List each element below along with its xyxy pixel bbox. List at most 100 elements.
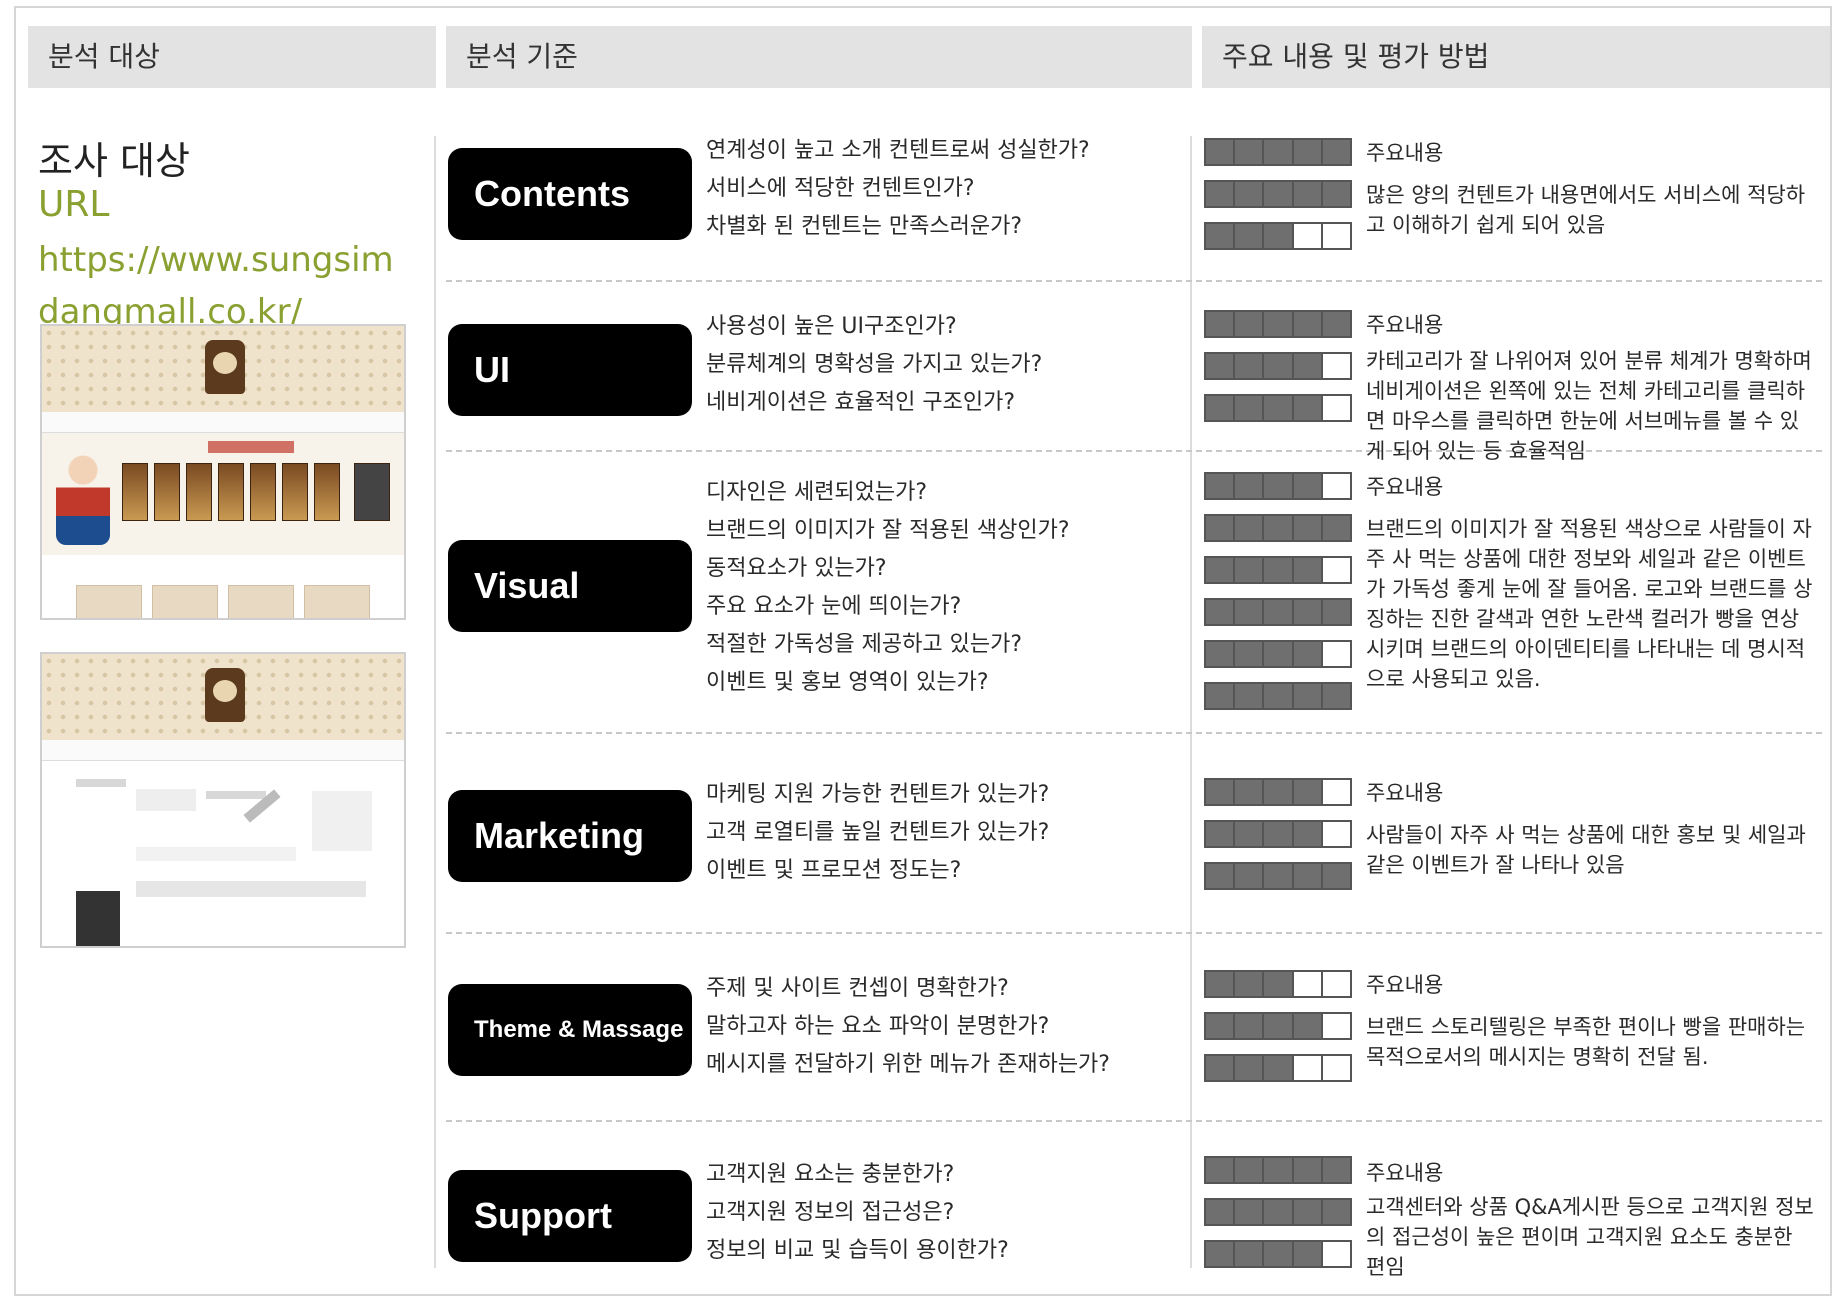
rating-cell [1235, 224, 1265, 248]
rating-cell [1264, 224, 1294, 248]
rating-cell [1323, 972, 1350, 996]
rating-cell [1235, 642, 1265, 666]
question: 디자인은 세련되었는가? [706, 480, 928, 505]
description-text: 브랜드의 이미지가 잘 적용된 색상으로 사람들이 자주 사 먹는 상품에 대한… [1366, 517, 1813, 691]
description-ui: 주요내용 카테고리가 잘 나위어져 있어 분류 체계가 명확하며 네비게이션은 … [1366, 308, 1816, 466]
rating-cell [1264, 182, 1294, 206]
questions-ui: 사용성이 높은 UI구조인가? 분류체계의 명확성을 가지고 있는가? 네비게이… [706, 308, 1042, 422]
rating-bar [1204, 138, 1352, 166]
question: 동적요소가 있는가? [706, 556, 887, 581]
category-marketing: Marketing [448, 790, 692, 882]
brand-logo-icon [205, 340, 245, 394]
product-box-image [154, 463, 180, 521]
rating-cell [1323, 396, 1350, 420]
rating-cell [1264, 516, 1294, 540]
rating-cell [1293, 1242, 1323, 1266]
product-box-image [314, 463, 340, 521]
rating-bar [1204, 394, 1352, 422]
question: 주요 요소가 눈에 띄이는가? [706, 594, 962, 619]
rating-cell [1264, 140, 1294, 164]
rating-cell [1322, 1200, 1351, 1224]
rating-cell [1206, 1158, 1236, 1182]
rating-cell [1323, 224, 1350, 248]
category-contents: Contents [448, 148, 692, 240]
description-text: 고객센터와 상품 Q&A게시판 등으로 고객지원 정보의 접근성이 높은 편이며… [1366, 1195, 1814, 1279]
rating-cell [1235, 474, 1265, 498]
description-heading: 주요내용 [1366, 781, 1444, 805]
rating-cell [1264, 864, 1294, 888]
rating-cell [1264, 1158, 1294, 1182]
subject-title: 조사 대상 [38, 139, 190, 183]
product-thumb [304, 585, 370, 618]
rating-cell [1322, 182, 1351, 206]
rating-cell [1264, 972, 1294, 996]
rating-cell [1293, 140, 1323, 164]
description-support: 주요내용 고객센터와 상품 Q&A게시판 등으로 고객지원 정보의 접근성이 높… [1366, 1156, 1816, 1282]
rating-cell [1264, 684, 1294, 708]
rating-cell [1235, 1242, 1265, 1266]
rating-cell [1206, 780, 1236, 804]
rating-cell [1293, 558, 1323, 582]
rating-cell [1235, 396, 1265, 420]
question: 연계성이 높고 소개 컨텐트로써 성실한가? [706, 138, 1090, 163]
rating-cell [1294, 1056, 1323, 1080]
question: 이벤트 및 홍보 영역이 있는가? [706, 670, 989, 695]
thumb-hero-headline [208, 441, 294, 453]
description-text: 브랜드 스토리텔링은 부족한 편이나 빵을 판매하는 목적으로서의 메시지는 명… [1366, 1015, 1806, 1069]
row-separator [446, 932, 1822, 934]
subject-url-label: URL [38, 184, 110, 225]
rating-cell [1264, 1014, 1294, 1038]
rating-cell [1322, 1158, 1351, 1182]
rating-cell [1293, 1158, 1323, 1182]
rating-cell [1322, 600, 1351, 624]
header-content: 주요 내용 및 평가 방법 [1202, 26, 1830, 88]
rating-cell [1293, 864, 1323, 888]
rating-cell [1235, 684, 1265, 708]
rating-cell [1264, 558, 1294, 582]
rating-cell [1293, 396, 1323, 420]
column-divider-right [1190, 136, 1192, 1268]
rating-cell [1264, 600, 1294, 624]
rating-cell [1322, 140, 1351, 164]
rating-cell [1293, 474, 1323, 498]
rating-bar [1204, 1156, 1352, 1184]
rating-cell [1206, 396, 1236, 420]
rating-cell [1323, 354, 1350, 378]
rating-cell [1206, 558, 1236, 582]
rating-cell [1323, 642, 1350, 666]
question: 마케팅 지원 가능한 컨텐트가 있는가? [706, 782, 1050, 807]
thumb-dark-banner [76, 891, 120, 946]
rating-cell [1323, 780, 1350, 804]
rating-cell [1206, 864, 1236, 888]
rating-cell [1293, 780, 1323, 804]
category-ui: UI [448, 324, 692, 416]
row-separator [446, 280, 1822, 282]
rating-cell [1293, 312, 1323, 336]
rating-cell [1293, 642, 1323, 666]
thumb-banner [42, 326, 404, 412]
rating-bar [1204, 970, 1352, 998]
thumb-navbar [42, 412, 404, 433]
rating-bar [1204, 820, 1352, 848]
product-box-image [354, 463, 390, 521]
rating-cell [1264, 312, 1294, 336]
brand-logo-icon [205, 668, 245, 722]
thumb-line [206, 791, 266, 799]
rating-cell [1323, 558, 1350, 582]
rating-cell [1206, 312, 1236, 336]
rating-cell [1206, 684, 1236, 708]
product-thumb [152, 585, 218, 618]
category-support: Support [448, 1170, 692, 1262]
product-box-image [250, 463, 276, 521]
rating-cell [1206, 224, 1236, 248]
subject-url-link[interactable]: https://www.sungsimdangmall.co.kr/ [38, 234, 408, 338]
product-box-image [186, 463, 212, 521]
questions-contents: 연계성이 높고 소개 컨텐트로써 성실한가? 서비스에 적당한 컨텐트인가? 차… [706, 132, 1090, 246]
rating-cell [1293, 354, 1323, 378]
rating-cell [1293, 1014, 1323, 1038]
rating-bar [1204, 222, 1352, 250]
rating-cell [1235, 516, 1265, 540]
thumb-icons-row [136, 847, 296, 861]
rating-cell [1206, 474, 1236, 498]
rating-cell [1264, 822, 1294, 846]
